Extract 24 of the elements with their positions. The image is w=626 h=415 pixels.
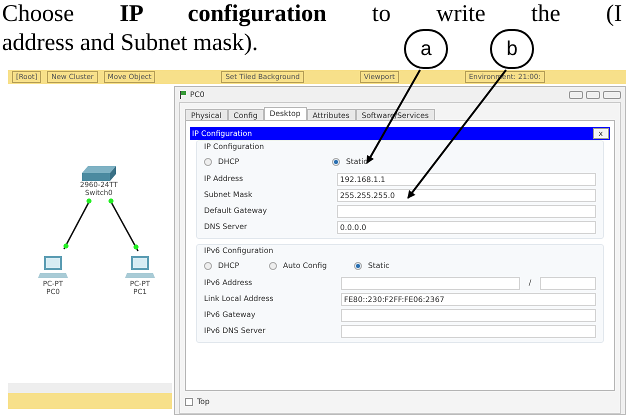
- maximize-button[interactable]: [586, 90, 600, 98]
- computer-icon[interactable]: [125, 256, 155, 280]
- input-field[interactable]: [341, 324, 596, 338]
- cable: [108, 198, 139, 252]
- callout-label: a: [404, 29, 448, 69]
- cable: [63, 198, 92, 250]
- checkbox[interactable]: [185, 398, 193, 406]
- switch-icon[interactable]: [82, 166, 116, 181]
- instruction-text: Choose IP configuration to write the (I: [2, 0, 622, 29]
- radio-button[interactable]: [332, 158, 340, 166]
- computer-icon[interactable]: [38, 256, 68, 280]
- instruction-text: address and Subnet mask).: [2, 29, 258, 58]
- radio-button[interactable]: [269, 262, 277, 270]
- input-field[interactable]: [540, 276, 596, 290]
- flag-icon: [179, 90, 187, 98]
- radio-button[interactable]: [204, 158, 212, 166]
- callout-label: b: [490, 29, 534, 69]
- input-field[interactable]: [337, 204, 596, 218]
- minimize-button[interactable]: [569, 90, 583, 98]
- close-button[interactable]: [603, 90, 621, 98]
- radio-button[interactable]: [354, 262, 362, 270]
- input-field[interactable]: [341, 308, 596, 322]
- input-field[interactable]: [341, 276, 520, 290]
- radio-button[interactable]: [204, 262, 212, 270]
